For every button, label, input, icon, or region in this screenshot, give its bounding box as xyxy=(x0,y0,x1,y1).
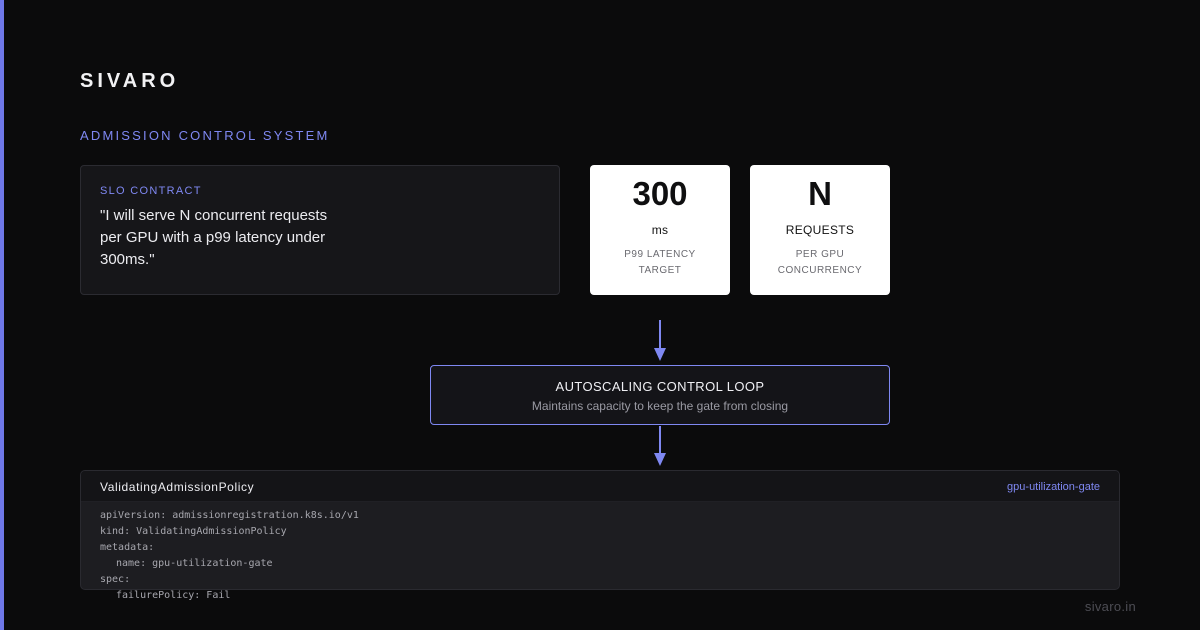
control-loop-title: AUTOSCALING CONTROL LOOP xyxy=(555,379,765,394)
arrow-to-control-loop xyxy=(654,320,666,361)
code-line: apiVersion: admissionregistration.k8s.io… xyxy=(100,510,359,521)
footer-domain: sivaro.in xyxy=(1084,599,1136,614)
code-line: name: gpu-utilization-gate xyxy=(116,558,273,569)
policy-yaml-code: apiVersion: admissionregistration.k8s.io… xyxy=(100,508,359,604)
policy-panel-header: ValidatingAdmissionPolicy gpu-utilizatio… xyxy=(81,471,1119,502)
arrow-to-admission-policy xyxy=(654,426,666,466)
policy-panel-title: ValidatingAdmissionPolicy xyxy=(100,480,255,494)
code-line: spec: xyxy=(100,574,131,585)
autoscaling-control-loop-box: AUTOSCALING CONTROL LOOP Maintains capac… xyxy=(430,365,890,425)
code-line: failurePolicy: Fail xyxy=(116,590,231,601)
code-line: metadata: xyxy=(100,542,155,553)
control-loop-subtitle: Maintains capacity to keep the gate from… xyxy=(531,399,789,413)
policy-name-tag: gpu-utilization-gate xyxy=(1007,481,1100,493)
code-line: kind: ValidatingAdmissionPolicy xyxy=(100,526,287,537)
